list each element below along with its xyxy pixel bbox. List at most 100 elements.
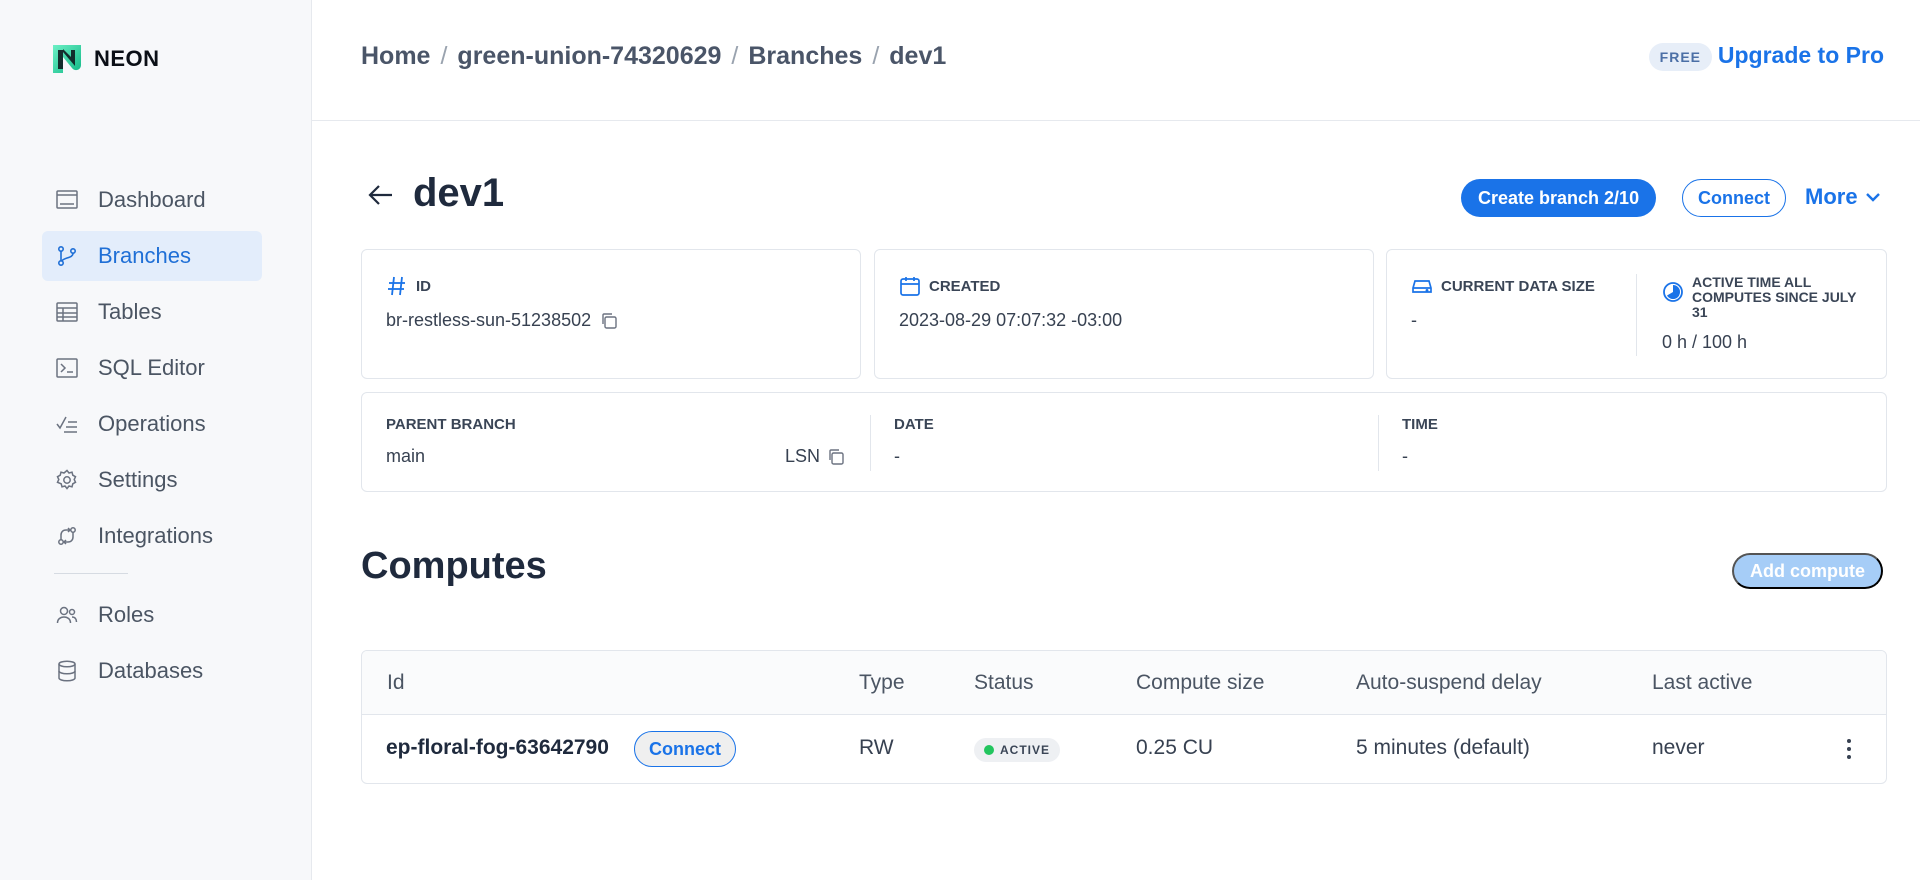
plan-badge: FREE bbox=[1648, 43, 1712, 71]
clock-icon bbox=[1663, 282, 1683, 302]
data-size-value: - bbox=[1411, 310, 1417, 330]
id-label-row: ID bbox=[386, 275, 619, 297]
column-header-type: Type bbox=[859, 671, 905, 694]
card-divider bbox=[870, 415, 871, 471]
top-header: Home / green-union-74320629 / Branches /… bbox=[312, 0, 1920, 121]
column-header-id: Id bbox=[387, 671, 405, 694]
compute-id: ep-floral-fog-63642790 bbox=[386, 736, 609, 759]
neon-logo[interactable]: NEON bbox=[50, 42, 160, 76]
parent-branch-label: PARENT BRANCH bbox=[386, 416, 516, 433]
sidebar-item-label: Settings bbox=[98, 467, 178, 492]
sidebar-item-label: SQL Editor bbox=[98, 355, 205, 380]
table-header: Id Type Status Compute size Auto-suspend… bbox=[362, 651, 1886, 715]
usage-card: CURRENT DATA SIZE - ACTIVE TIME ALL COMP… bbox=[1386, 249, 1887, 379]
sidebar-item-sql-editor[interactable]: SQL Editor bbox=[42, 343, 262, 393]
sidebar-nav: Dashboard Branches Tables SQL Editor Ope… bbox=[42, 175, 262, 702]
breadcrumb-project[interactable]: green-union-74320629 bbox=[457, 42, 721, 71]
id-value-row: br-restless-sun-51238502 bbox=[386, 310, 619, 331]
operations-icon bbox=[54, 411, 80, 437]
column-header-last-active: Last active bbox=[1652, 671, 1753, 694]
branch-id-value: br-restless-sun-51238502 bbox=[386, 310, 592, 330]
sidebar-item-settings[interactable]: Settings bbox=[42, 455, 262, 505]
parent-branch-value[interactable]: main bbox=[386, 446, 425, 467]
active-time-value: 0 h / 100 h bbox=[1662, 332, 1748, 352]
neon-logo-icon bbox=[53, 45, 81, 73]
sidebar-item-dashboard[interactable]: Dashboard bbox=[42, 175, 262, 225]
created-label-row: CREATED bbox=[899, 275, 1122, 297]
upgrade-link[interactable]: Upgrade to Pro bbox=[1718, 42, 1884, 69]
sidebar-item-branches[interactable]: Branches bbox=[42, 231, 262, 281]
table-row: ep-floral-fog-63642790 Connect RW ACTIVE… bbox=[362, 715, 1886, 783]
created-value: 2023-08-29 07:07:32 -03:00 bbox=[899, 310, 1123, 330]
compute-size: 0.25 CU bbox=[1136, 736, 1214, 759]
breadcrumb-separator: / bbox=[440, 42, 448, 70]
column-header-status: Status bbox=[974, 671, 1034, 694]
dashboard-icon bbox=[54, 187, 80, 213]
card-divider bbox=[1378, 415, 1379, 471]
date-label: DATE bbox=[894, 416, 934, 433]
logo-text: NEON bbox=[94, 46, 160, 71]
calendar-icon bbox=[900, 277, 920, 296]
data-size-label: CURRENT DATA SIZE bbox=[1441, 277, 1595, 295]
column-header-auto-suspend: Auto-suspend delay bbox=[1356, 671, 1542, 694]
last-active: never bbox=[1652, 736, 1705, 759]
breadcrumb-home[interactable]: Home bbox=[361, 42, 430, 71]
more-menu-button[interactable]: More bbox=[1805, 184, 1882, 210]
integrations-icon bbox=[54, 523, 80, 549]
sidebar-item-label: Dashboard bbox=[98, 187, 206, 212]
card-divider bbox=[1636, 274, 1637, 356]
created-label: CREATED bbox=[929, 277, 1001, 295]
sidebar-item-label: Branches bbox=[98, 243, 191, 268]
hash-icon bbox=[388, 276, 405, 296]
copy-icon[interactable] bbox=[826, 447, 846, 467]
create-branch-button[interactable]: Create branch 2/10 bbox=[1461, 179, 1657, 217]
computes-title: Computes bbox=[361, 545, 547, 587]
column-header-compute-size: Compute size bbox=[1136, 671, 1265, 694]
sidebar-item-label: Databases bbox=[98, 658, 204, 683]
parent-branch-row: main LSN bbox=[386, 446, 846, 467]
add-compute-button[interactable]: Add compute bbox=[1732, 553, 1883, 589]
data-size-label-row: CURRENT DATA SIZE bbox=[1411, 275, 1595, 297]
back-arrow-icon[interactable] bbox=[366, 180, 396, 210]
active-time-label-row: ACTIVE TIME ALL COMPUTES SINCE JULY 31 bbox=[1662, 275, 1867, 320]
storage-icon bbox=[1412, 280, 1432, 293]
active-time-label: ACTIVE TIME ALL COMPUTES SINCE JULY 31 bbox=[1692, 274, 1857, 320]
breadcrumb-separator: / bbox=[872, 42, 880, 70]
status-badge: ACTIVE bbox=[974, 738, 1061, 762]
breadcrumb-separator: / bbox=[731, 42, 739, 70]
status-dot bbox=[984, 745, 994, 755]
branch-icon bbox=[54, 243, 80, 269]
auto-suspend-delay: 5 minutes (default) bbox=[1356, 736, 1530, 759]
compute-type: RW bbox=[859, 736, 894, 759]
sidebar: NEON Dashboard Branches Tables SQL Edito… bbox=[0, 0, 312, 880]
sidebar-item-integrations[interactable]: Integrations bbox=[42, 511, 262, 561]
row-menu-icon[interactable] bbox=[1842, 735, 1856, 763]
date-value: - bbox=[894, 446, 900, 466]
more-label: More bbox=[1805, 184, 1858, 209]
lsn-group: LSN bbox=[785, 446, 846, 467]
id-label: ID bbox=[416, 277, 431, 295]
page-title: dev1 bbox=[413, 171, 505, 215]
table-icon bbox=[54, 299, 80, 325]
status-text: ACTIVE bbox=[1000, 743, 1051, 757]
sidebar-item-operations[interactable]: Operations bbox=[42, 399, 262, 449]
sidebar-item-label: Roles bbox=[98, 602, 155, 627]
copy-icon[interactable] bbox=[599, 311, 619, 331]
breadcrumb-branches[interactable]: Branches bbox=[748, 42, 862, 71]
parent-branch-card: PARENT BRANCH main LSN DATE - TIME - bbox=[361, 392, 1887, 492]
sidebar-item-roles[interactable]: Roles bbox=[42, 590, 262, 640]
sidebar-item-label: Operations bbox=[98, 411, 206, 436]
sidebar-item-label: Integrations bbox=[98, 523, 213, 548]
sidebar-item-databases[interactable]: Databases bbox=[42, 646, 262, 696]
lsn-label: LSN bbox=[784, 446, 820, 466]
sidebar-item-tables[interactable]: Tables bbox=[42, 287, 262, 337]
breadcrumb: Home / green-union-74320629 / Branches /… bbox=[361, 42, 946, 71]
branch-id-card: ID br-restless-sun-51238502 bbox=[361, 249, 861, 379]
compute-connect-button[interactable]: Connect bbox=[634, 731, 736, 767]
sidebar-divider bbox=[54, 573, 128, 574]
sql-editor-icon bbox=[54, 355, 80, 381]
connect-button[interactable]: Connect bbox=[1682, 179, 1786, 217]
database-icon bbox=[54, 658, 80, 684]
created-card: CREATED 2023-08-29 07:07:32 -03:00 bbox=[874, 249, 1374, 379]
time-value: - bbox=[1402, 446, 1408, 466]
